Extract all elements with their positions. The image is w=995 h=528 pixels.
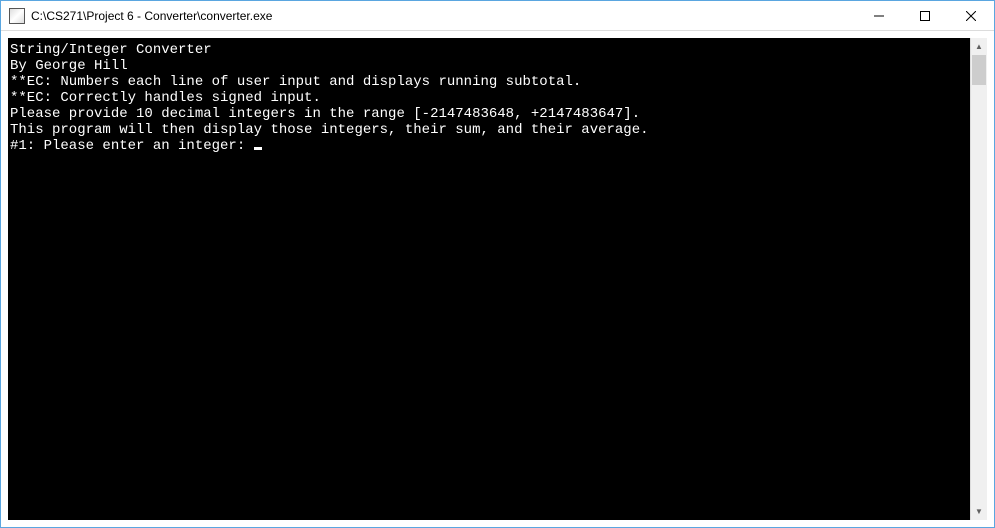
maximize-icon: [920, 11, 930, 21]
scroll-down-arrow-icon[interactable]: ▼: [971, 503, 987, 520]
close-icon: [966, 11, 976, 21]
window-frame: C:\CS271\Project 6 - Converter\converter…: [1, 1, 994, 527]
close-button[interactable]: [948, 1, 994, 30]
console-line: #1: Please enter an integer:: [10, 138, 968, 154]
console-output[interactable]: String/Integer ConverterBy George Hill**…: [8, 38, 970, 520]
app-icon: [9, 8, 25, 24]
console-line: String/Integer Converter: [10, 42, 968, 58]
minimize-button[interactable]: [856, 1, 902, 30]
window-controls: [856, 1, 994, 30]
titlebar[interactable]: C:\CS271\Project 6 - Converter\converter…: [1, 1, 994, 31]
client-area: String/Integer ConverterBy George Hill**…: [1, 31, 994, 527]
text-cursor: [254, 147, 262, 150]
scroll-up-arrow-icon[interactable]: ▲: [971, 38, 987, 55]
minimize-icon: [874, 11, 884, 21]
console-line: Please provide 10 decimal integers in th…: [10, 106, 968, 122]
scroll-thumb[interactable]: [972, 55, 986, 85]
maximize-button[interactable]: [902, 1, 948, 30]
console-line: **EC: Correctly handles signed input.: [10, 90, 968, 106]
console-line: By George Hill: [10, 58, 968, 74]
window-title: C:\CS271\Project 6 - Converter\converter…: [31, 9, 856, 23]
console-line: This program will then display those int…: [10, 122, 968, 138]
console-line: **EC: Numbers each line of user input an…: [10, 74, 968, 90]
vertical-scrollbar[interactable]: ▲ ▼: [970, 38, 987, 520]
